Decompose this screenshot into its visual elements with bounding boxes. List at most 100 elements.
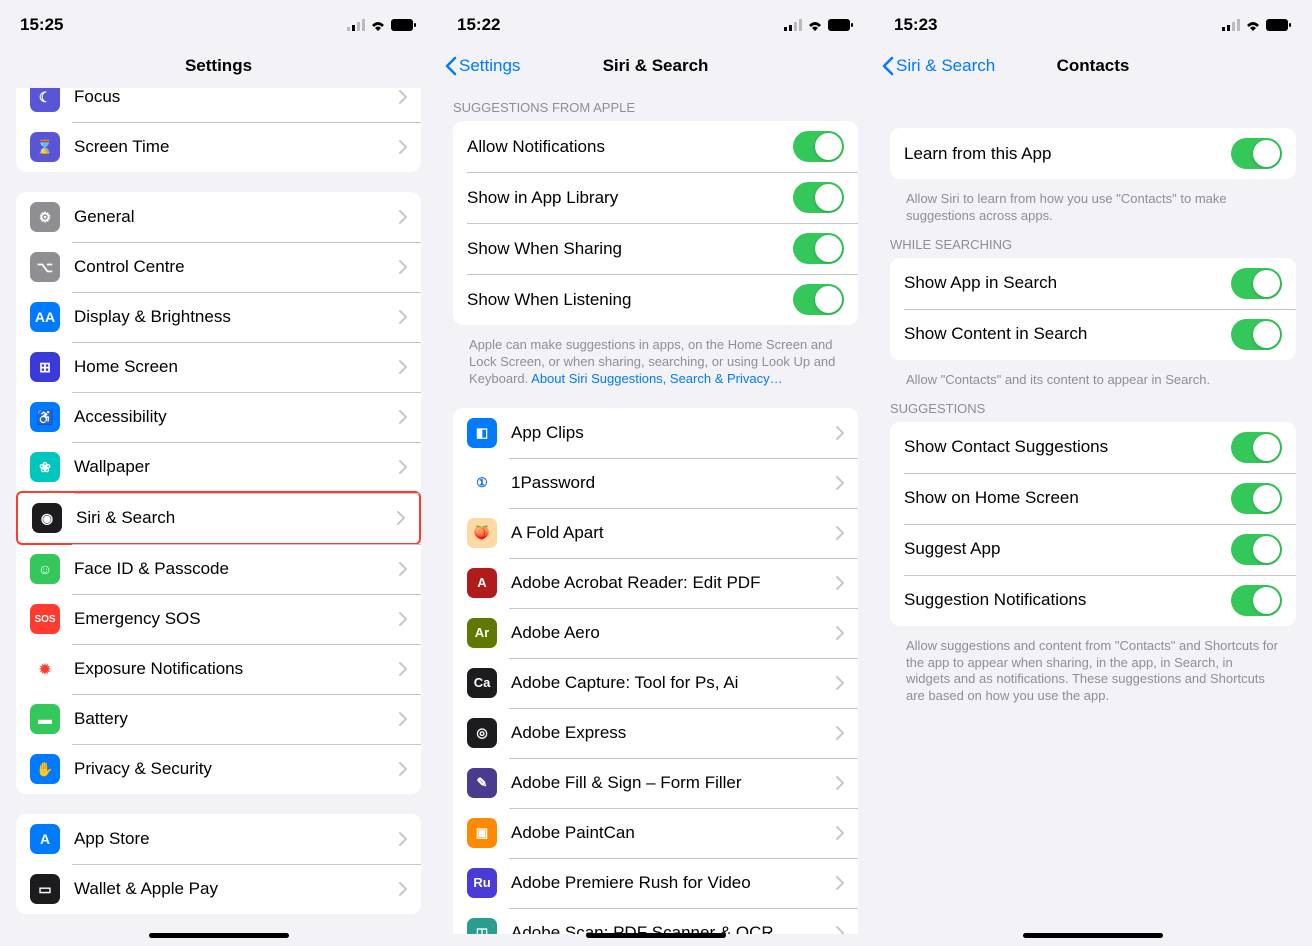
chevron-right-icon — [399, 712, 407, 726]
toggle-row: Show in App Library — [453, 172, 858, 223]
toggle-switch[interactable] — [793, 284, 844, 315]
row-icon: ✋ — [30, 754, 60, 784]
app-label: Adobe Capture: Tool for Ps, Ai — [511, 673, 836, 693]
chevron-right-icon — [399, 310, 407, 324]
toggle-label: Show Content in Search — [904, 324, 1231, 344]
toggle-switch[interactable] — [793, 182, 844, 213]
app-row[interactable]: 🍑 A Fold Apart — [453, 508, 858, 558]
app-label: Adobe Premiere Rush for Video — [511, 873, 836, 893]
row-label: Control Centre — [74, 257, 399, 277]
nav-bar: Settings — [0, 44, 437, 88]
toggle-row: Learn from this App — [890, 128, 1296, 179]
app-row[interactable]: ① 1Password — [453, 458, 858, 508]
settings-row[interactable]: ⌥ Control Centre — [16, 242, 421, 292]
back-button[interactable]: Settings — [445, 56, 520, 76]
app-icon: 🍑 — [467, 518, 497, 548]
toggle-switch[interactable] — [1231, 534, 1282, 565]
settings-row[interactable]: ⌛ Screen Time — [16, 122, 421, 172]
row-icon: ⌛ — [30, 132, 60, 162]
app-row[interactable]: ▣ Adobe PaintCan — [453, 808, 858, 858]
status-icons — [347, 19, 417, 31]
chevron-right-icon — [399, 882, 407, 896]
signal-icon — [784, 19, 802, 31]
settings-group-focus: ☾ Focus ⌛ Screen Time — [16, 88, 421, 172]
home-indicator[interactable] — [149, 933, 289, 938]
row-icon: ⌥ — [30, 252, 60, 282]
app-icon: A — [467, 568, 497, 598]
app-label: Adobe PaintCan — [511, 823, 836, 843]
toggle-row: Show When Sharing — [453, 223, 858, 274]
settings-row[interactable]: ✋ Privacy & Security — [16, 744, 421, 794]
toggle-switch[interactable] — [1231, 138, 1282, 169]
chevron-left-icon — [445, 56, 457, 76]
app-row[interactable]: Ar Adobe Aero — [453, 608, 858, 658]
app-icon: ◫ — [467, 918, 497, 934]
settings-row[interactable]: ⚙ General — [16, 192, 421, 242]
toggle-switch[interactable] — [1231, 268, 1282, 299]
row-label: Wallet & Apple Pay — [74, 879, 399, 899]
settings-row[interactable]: SOS Emergency SOS — [16, 594, 421, 644]
settings-row[interactable]: A App Store — [16, 814, 421, 864]
chevron-right-icon — [399, 90, 407, 104]
back-label: Siri & Search — [896, 56, 995, 76]
app-list-group: ◧ App Clips ① 1Password 🍑 A Fold Apart A… — [453, 408, 858, 934]
app-row[interactable]: A Adobe Acrobat Reader: Edit PDF — [453, 558, 858, 608]
toggle-row: Allow Notifications — [453, 121, 858, 172]
signal-icon — [347, 19, 365, 31]
toggle-switch[interactable] — [793, 131, 844, 162]
toggle-label: Show in App Library — [467, 188, 793, 208]
nav-bar: Settings Siri & Search — [437, 44, 874, 88]
row-label: Face ID & Passcode — [74, 559, 399, 579]
app-row[interactable]: Ru Adobe Premiere Rush for Video — [453, 858, 858, 908]
phone-contacts-detail: 15:23 Siri & Search Contacts Learn from … — [874, 0, 1312, 946]
app-icon: ▣ — [467, 818, 497, 848]
status-icons — [784, 19, 854, 31]
back-label: Settings — [459, 56, 520, 76]
app-row[interactable]: ◎ Adobe Express — [453, 708, 858, 758]
settings-row[interactable]: ❀ Wallpaper — [16, 442, 421, 492]
chevron-right-icon — [836, 826, 844, 840]
row-label: Screen Time — [74, 137, 399, 157]
row-label: Wallpaper — [74, 457, 399, 477]
settings-row[interactable]: ◉ Siri & Search — [16, 491, 421, 545]
phone-siri-search: 15:22 Settings Siri & Search SUGGESTIONS… — [437, 0, 874, 946]
status-time: 15:23 — [894, 15, 937, 35]
home-indicator[interactable] — [586, 933, 726, 938]
app-row[interactable]: Ca Adobe Capture: Tool for Ps, Ai — [453, 658, 858, 708]
settings-group-store: A App Store ▭ Wallet & Apple Pay — [16, 814, 421, 914]
toggle-switch[interactable] — [1231, 319, 1282, 350]
chevron-right-icon — [399, 832, 407, 846]
settings-row[interactable]: ✹ Exposure Notifications — [16, 644, 421, 694]
settings-row[interactable]: ▭ Wallet & Apple Pay — [16, 864, 421, 914]
chevron-right-icon — [836, 576, 844, 590]
settings-row[interactable]: ⊞ Home Screen — [16, 342, 421, 392]
toggle-switch[interactable] — [1231, 585, 1282, 616]
app-icon: Ru — [467, 868, 497, 898]
toggle-group-suggestions: Allow Notifications Show in App Library … — [453, 121, 858, 325]
toggle-switch[interactable] — [1231, 432, 1282, 463]
home-indicator[interactable] — [1023, 933, 1163, 938]
settings-row[interactable]: ☺ Face ID & Passcode — [16, 544, 421, 594]
app-icon: Ar — [467, 618, 497, 648]
status-bar: 15:22 — [437, 0, 874, 44]
back-button[interactable]: Siri & Search — [882, 56, 995, 76]
toggle-row: Show When Listening — [453, 274, 858, 325]
toggle-label: Suggest App — [904, 539, 1231, 559]
app-icon: ◧ — [467, 418, 497, 448]
toggle-label: Show on Home Screen — [904, 488, 1231, 508]
status-bar: 15:23 — [874, 0, 1312, 44]
row-label: Siri & Search — [76, 508, 397, 528]
app-row[interactable]: ◧ App Clips — [453, 408, 858, 458]
section-footer: Apple can make suggestions in apps, on t… — [453, 331, 858, 388]
settings-row[interactable]: AA Display & Brightness — [16, 292, 421, 342]
toggle-switch[interactable] — [1231, 483, 1282, 514]
settings-row[interactable]: ▬ Battery — [16, 694, 421, 744]
row-label: Focus — [74, 88, 399, 107]
privacy-link[interactable]: About Siri Suggestions, Search & Privacy… — [531, 371, 782, 386]
nav-title: Settings — [185, 56, 252, 76]
toggle-switch[interactable] — [793, 233, 844, 264]
app-row[interactable]: ◫ Adobe Scan: PDF Scanner & OCR — [453, 908, 858, 934]
app-row[interactable]: ✎ Adobe Fill & Sign – Form Filler — [453, 758, 858, 808]
settings-row[interactable]: ☾ Focus — [16, 88, 421, 122]
settings-row[interactable]: ♿ Accessibility — [16, 392, 421, 442]
